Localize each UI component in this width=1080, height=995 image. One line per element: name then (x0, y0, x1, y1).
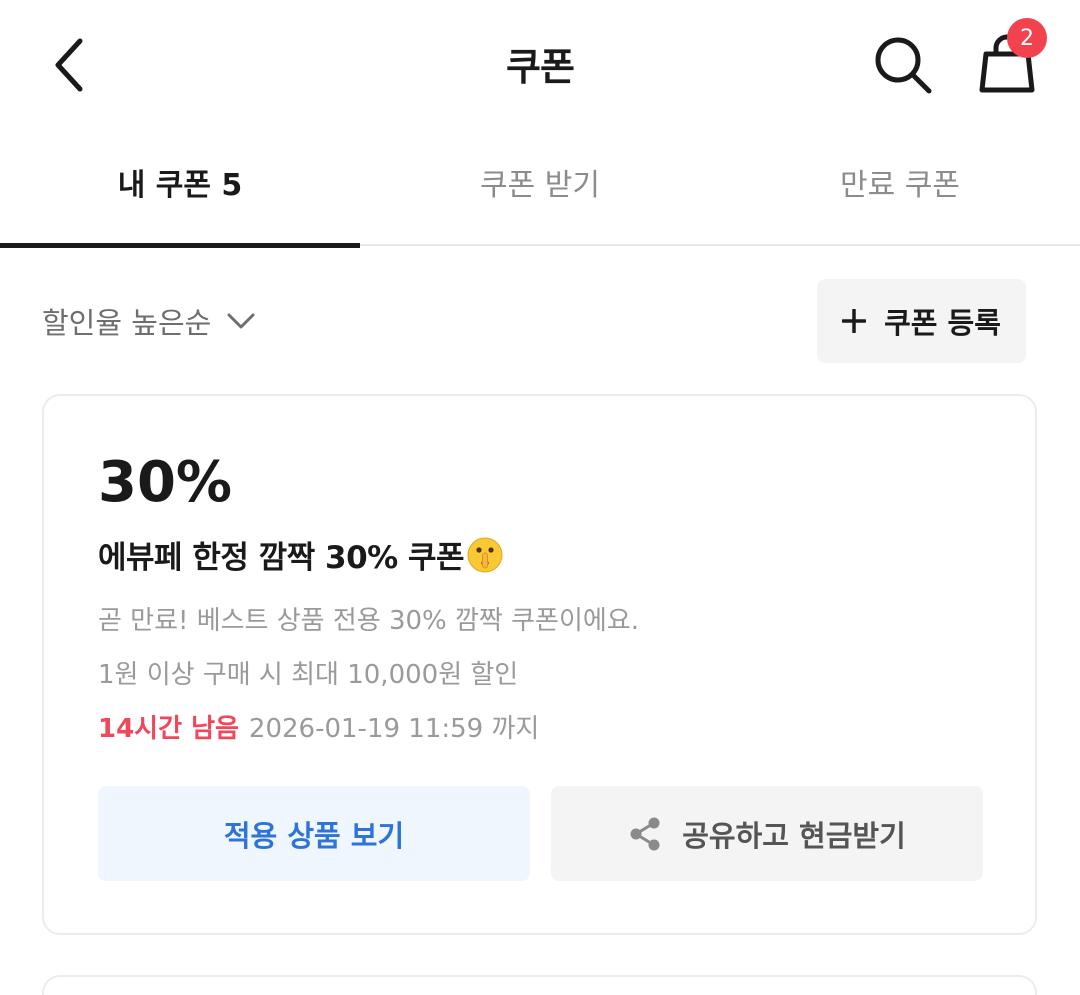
tab-expired-coupons[interactable]: 만료 쿠폰 (720, 130, 1080, 246)
shushing-face-icon (467, 537, 503, 572)
search-icon (875, 37, 932, 94)
view-applicable-products-button[interactable]: 적용 상품 보기 (98, 786, 530, 881)
register-coupon-button[interactable]: 쿠폰 등록 (817, 279, 1026, 363)
coupon-description: 곧 만료! 베스트 상품 전용 30% 깜짝 쿠폰이에요. (98, 606, 639, 636)
coupon-card: 30% 에뷰페 한정 깜짝 30% 쿠폰 곧 만료! 베스트 상품 전용 30%… (42, 394, 1037, 935)
time-remaining: 14시간 남음 (98, 714, 239, 744)
sort-dropdown[interactable]: 할인율 높은순 (42, 296, 255, 346)
coupon-discount: 30% (98, 450, 233, 515)
sort-label: 할인율 높은순 (42, 306, 212, 340)
coupon-tabs: 내 쿠폰 5 쿠폰 받기 만료 쿠폰 (0, 130, 1080, 248)
search-button[interactable] (868, 30, 938, 100)
plus-icon (842, 309, 867, 333)
share-for-cash-button[interactable]: 공유하고 현금받기 (551, 786, 983, 881)
cart-button[interactable]: 2 (970, 18, 1050, 102)
next-coupon-card (42, 975, 1037, 995)
view-applicable-products-label: 적용 상품 보기 (223, 818, 405, 853)
chevron-down-icon (227, 313, 255, 329)
share-icon (630, 817, 660, 850)
coupon-name: 에뷰페 한정 깜짝 30% 쿠폰 (98, 532, 504, 577)
coupon-condition: 1원 이상 구매 시 최대 10,000원 할인 (98, 660, 519, 690)
cart-count-badge: 2 (1007, 18, 1047, 58)
coupon-name-text: 에뷰페 한정 깜짝 30% 쿠폰 (98, 540, 465, 576)
top-app-bar: 쿠폰 2 (0, 0, 1080, 130)
share-for-cash-label: 공유하고 현금받기 (682, 818, 906, 853)
tab-my-coupons[interactable]: 내 쿠폰 5 (0, 130, 360, 248)
tab-get-coupons[interactable]: 쿠폰 받기 (360, 130, 720, 246)
coupon-expiry-row: 14시간 남음 2026-01-19 11:59 까지 (98, 708, 539, 745)
register-coupon-label: 쿠폰 등록 (884, 306, 1001, 340)
expiry-date: 2026-01-19 11:59 까지 (248, 714, 540, 744)
